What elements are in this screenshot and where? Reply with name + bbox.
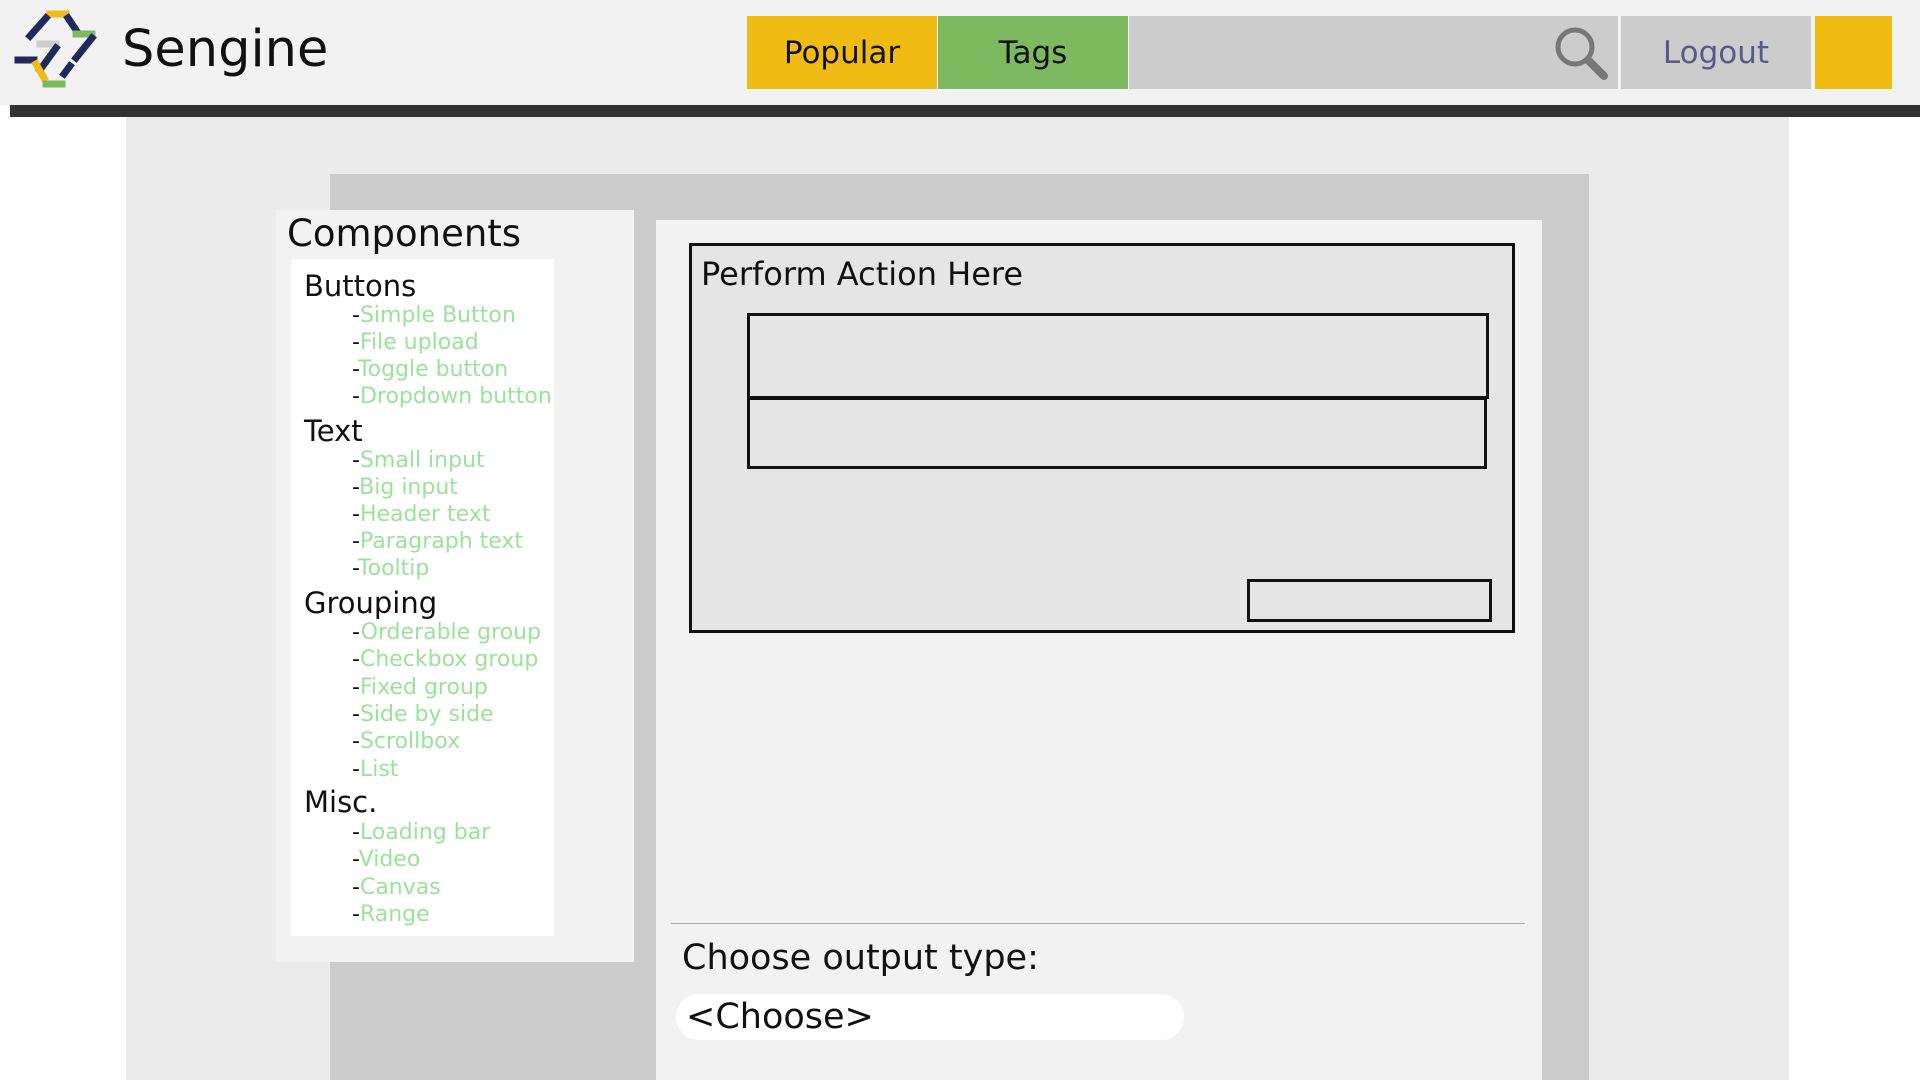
top-bar: Sengine Popular Tags Logout <box>0 0 1920 105</box>
placeholder-field-1[interactable] <box>747 313 1489 399</box>
component-item[interactable]: -Checkbox group <box>352 646 538 674</box>
component-link[interactable]: Big input <box>359 475 458 500</box>
component-link[interactable]: Side by side <box>360 702 494 727</box>
component-item[interactable]: -Range <box>352 901 430 929</box>
component-item[interactable]: -Scrollbox <box>352 728 460 756</box>
placeholder-field-2[interactable] <box>747 397 1487 469</box>
nav-popular-button[interactable]: Popular <box>747 16 937 89</box>
component-item[interactable]: -Side by side <box>352 701 494 729</box>
component-link[interactable]: Small input <box>360 448 485 473</box>
component-link[interactable]: Video <box>359 847 421 872</box>
component-link[interactable]: Orderable group <box>361 620 542 645</box>
component-link[interactable]: Loading bar <box>360 820 490 845</box>
header-divider <box>10 105 1920 117</box>
search-bar[interactable] <box>1129 16 1618 89</box>
component-item[interactable]: -Video <box>352 846 420 874</box>
sengine-logo-icon[interactable] <box>10 8 106 100</box>
components-title: Components <box>287 212 522 255</box>
component-item[interactable]: -File upload <box>352 329 479 357</box>
component-item[interactable]: -Big input <box>352 474 458 502</box>
search-icon[interactable] <box>1552 24 1610 82</box>
component-link[interactable]: List <box>360 757 398 782</box>
component-item[interactable]: -List <box>352 756 398 784</box>
action-title: Perform Action Here <box>701 255 1024 293</box>
component-item[interactable]: -Loading bar <box>352 819 490 847</box>
output-type-label: Choose output type: <box>682 938 1039 978</box>
component-item[interactable]: -Toggle button <box>352 356 508 384</box>
nav-tags-button[interactable]: Tags <box>938 16 1128 89</box>
section-divider <box>671 923 1525 924</box>
component-link[interactable]: Fixed group <box>360 675 488 700</box>
component-link[interactable]: Tooltip <box>358 556 429 581</box>
placeholder-button[interactable] <box>1247 579 1492 622</box>
component-item[interactable]: -Canvas <box>352 874 441 902</box>
group-title-misc: Misc. <box>304 785 378 819</box>
logout-button[interactable]: Logout <box>1621 16 1811 89</box>
component-item[interactable]: -Simple Button <box>352 302 516 330</box>
component-link[interactable]: Header text <box>360 502 491 527</box>
component-link[interactable]: Toggle button <box>358 357 508 382</box>
component-link[interactable]: Canvas <box>360 875 441 900</box>
component-item[interactable]: -Header text <box>352 501 490 529</box>
component-item[interactable]: -Paragraph text <box>352 528 523 556</box>
component-link[interactable]: Dropdown button <box>360 384 552 409</box>
component-item[interactable]: -Small input <box>352 447 485 475</box>
component-link[interactable]: Scrollbox <box>360 729 460 754</box>
component-link[interactable]: File upload <box>360 330 479 355</box>
brand-name: Sengine <box>122 20 329 79</box>
component-link[interactable]: Range <box>360 902 430 927</box>
component-link[interactable]: Simple Button <box>360 303 516 328</box>
group-title-grouping: Grouping <box>304 586 438 620</box>
component-item[interactable]: -Fixed group <box>352 674 488 702</box>
group-title-text: Text <box>304 414 363 448</box>
output-type-select[interactable]: <Choose> <box>676 994 1184 1040</box>
component-item[interactable]: -Tooltip <box>352 555 429 583</box>
user-menu-button[interactable] <box>1815 16 1892 89</box>
component-item[interactable]: -Dropdown button <box>352 383 552 411</box>
component-link[interactable]: Checkbox group <box>360 647 538 672</box>
component-item[interactable]: -Orderable group <box>352 619 541 647</box>
component-link[interactable]: Paragraph text <box>360 529 523 554</box>
group-title-buttons: Buttons <box>304 269 417 303</box>
